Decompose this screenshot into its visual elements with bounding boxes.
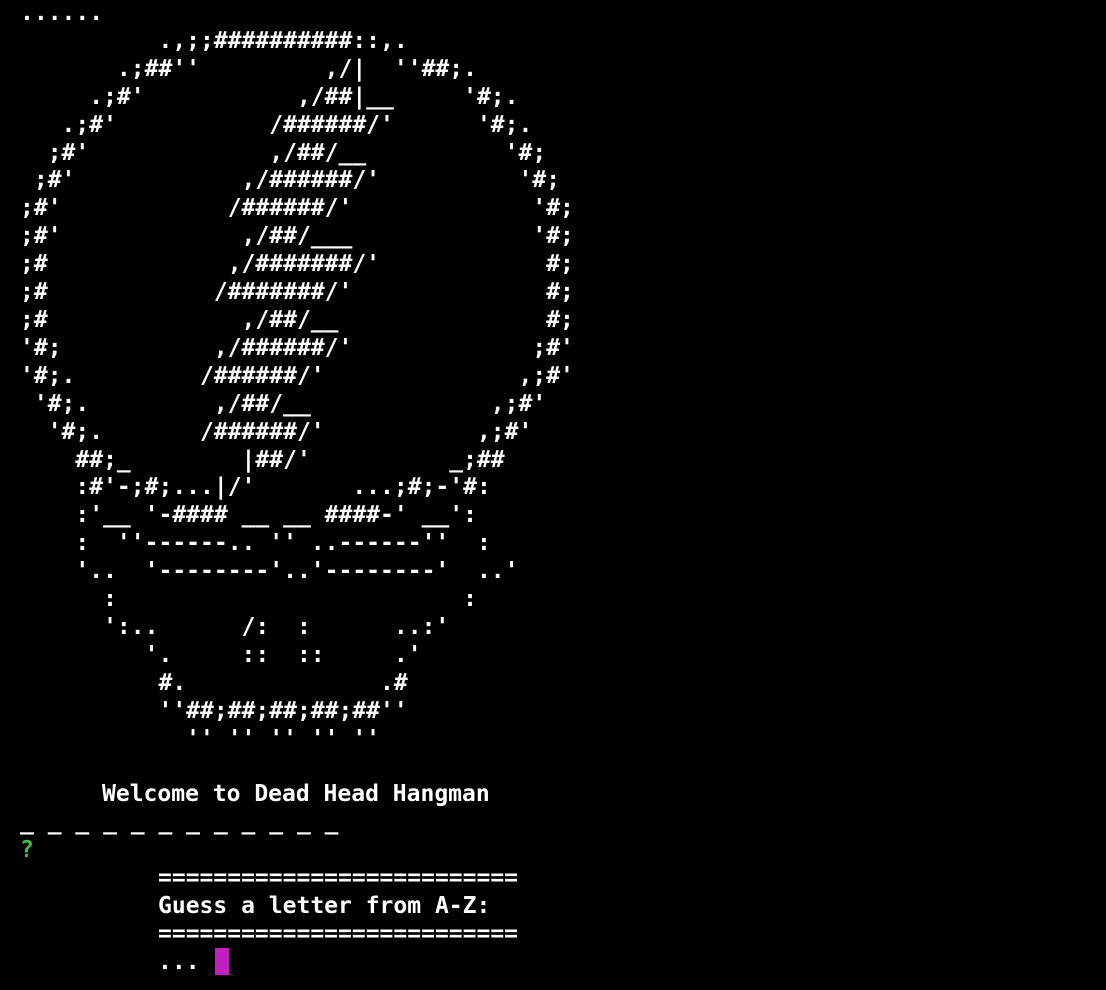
word-blanks: _ _ _ _ _ _ _ _ _ _ _ _ [20, 809, 339, 835]
guess-instruction: Guess a letter from A-Z: [20, 892, 490, 920]
welcome-message: Welcome to Dead Head Hangman [20, 780, 490, 808]
prompt-symbol: ? [20, 837, 34, 863]
separator-text: ========================== [158, 865, 519, 891]
welcome-text: Welcome to Dead Head Hangman [102, 781, 490, 807]
letter-input-line[interactable]: ... [20, 948, 230, 976]
input-prefix: ... [158, 949, 200, 975]
grateful-dead-skull-ascii-art: ...... .,;;##########::,. .;##'' ,/| ''#… [20, 0, 574, 752]
terminal-cursor[interactable] [215, 948, 230, 975]
top-separator: ========================== [20, 864, 518, 892]
separator-text: ========================== [158, 921, 519, 947]
instruction-text: Guess a letter from A-Z: [158, 893, 491, 919]
bottom-separator: ========================== [20, 920, 518, 948]
